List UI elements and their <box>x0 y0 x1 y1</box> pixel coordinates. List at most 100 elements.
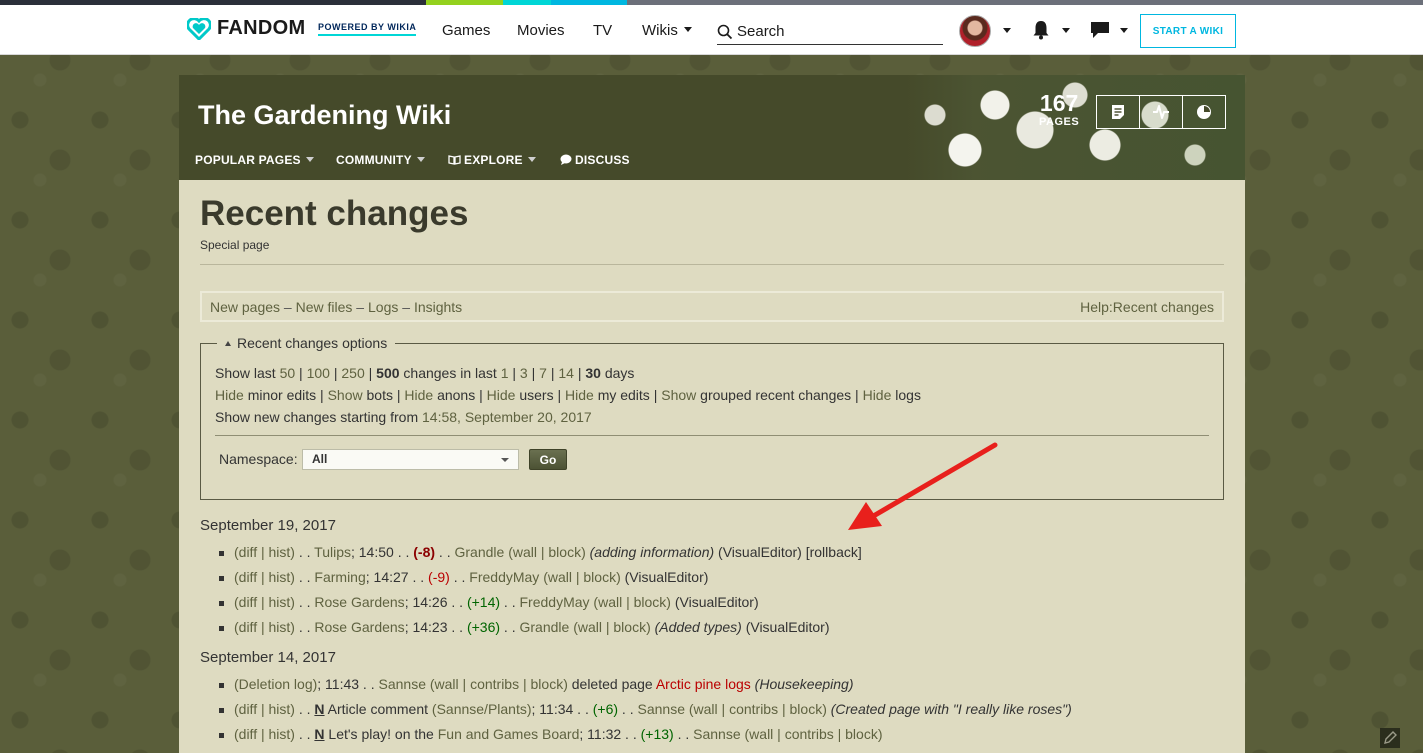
page-link[interactable]: Rose Gardens <box>314 594 404 610</box>
list-item: (diff | hist) . . Rose Gardens; 14:26 . … <box>219 594 862 619</box>
options-legend[interactable]: Recent changes options <box>217 335 396 351</box>
nav-tv[interactable]: TV <box>593 22 612 39</box>
toggle-label: my edits <box>597 387 650 403</box>
chevron-down-icon[interactable] <box>1003 28 1011 33</box>
page-link[interactable]: Let's play! on the <box>328 726 433 742</box>
messages-icon[interactable] <box>1090 21 1110 39</box>
link-new-files[interactable]: New files <box>296 299 353 315</box>
page-context-link[interactable]: (Sannse/Plants) <box>432 701 532 717</box>
nav-movies[interactable]: Movies <box>517 22 565 39</box>
user-link[interactable]: FreddyMay <box>520 594 590 610</box>
toggle-label: grouped recent changes <box>700 387 852 403</box>
toggle-minor-edits[interactable]: Hide <box>215 387 244 403</box>
page-subtitle: Special page <box>200 238 270 252</box>
deletion-log-link[interactable]: (Deletion log) <box>234 676 317 692</box>
user-tool-links[interactable]: (wall | contribs | block) <box>430 676 568 692</box>
new-changes-link[interactable]: 14:58, September 20, 2017 <box>422 409 592 425</box>
edit-time: 14:23 <box>412 619 448 635</box>
chevron-down-icon <box>501 458 509 462</box>
toggle-users[interactable]: Hide <box>487 387 516 403</box>
page-link[interactable]: Farming <box>314 569 365 585</box>
recent-activity-button[interactable] <box>1140 96 1183 128</box>
diff-hist-links[interactable]: (diff | hist) <box>234 569 295 585</box>
search-input[interactable] <box>737 23 927 40</box>
recent-activity-icon <box>1153 105 1169 119</box>
add-page-button[interactable] <box>1097 96 1140 128</box>
wiki-nav-discuss[interactable]: DISCUSS <box>560 153 630 167</box>
nav-wikis[interactable]: Wikis <box>642 22 692 39</box>
days-3[interactable]: 3 <box>520 365 528 381</box>
help-recent-changes-link[interactable]: Help:Recent changes <box>1080 299 1214 315</box>
notifications-bell-icon[interactable] <box>1032 20 1050 40</box>
edit-tag: (VisualEditor) <box>718 544 802 560</box>
list-item: (diff | hist) . . Tulips; 14:50 . . (-8)… <box>219 544 862 569</box>
link-logs[interactable]: Logs <box>368 299 398 315</box>
link-insights[interactable]: Insights <box>414 299 462 315</box>
page-title: Recent changes <box>200 194 469 233</box>
toggle-my-edits[interactable]: Hide <box>565 387 594 403</box>
toggle-label: anons <box>437 387 476 403</box>
discussions-button[interactable] <box>1183 96 1225 128</box>
user-avatar[interactable] <box>959 15 991 47</box>
board-link[interactable]: Fun and Games Board <box>438 726 580 742</box>
user-tool-links[interactable]: (wall | block) <box>543 569 621 585</box>
page-link[interactable]: Article comment <box>328 701 428 717</box>
book-icon <box>448 155 461 165</box>
list-item: (diff | hist) . . Farming; 14:27 . . (-9… <box>219 569 862 594</box>
toggle-bots[interactable]: Show <box>328 387 363 403</box>
days-1[interactable]: 1 <box>501 365 509 381</box>
toggle-logs[interactable]: Hide <box>863 387 892 403</box>
user-tool-links[interactable]: (wall | block) <box>573 619 651 635</box>
powered-by-wikia[interactable]: POWERED BY WIKIA <box>318 22 417 36</box>
wiki-nav-explore[interactable]: EXPLORE <box>448 153 536 167</box>
diff-hist-links[interactable]: (diff | hist) <box>234 544 295 560</box>
user-tool-links[interactable]: (wall | block) <box>508 544 586 560</box>
user-tool-links[interactable]: (wall | block) <box>593 594 671 610</box>
log-action: deleted page <box>571 676 653 692</box>
limit-50[interactable]: 50 <box>280 365 296 381</box>
rollback-link[interactable]: [rollback] <box>806 544 862 560</box>
fandom-logo[interactable]: FANDOM <box>187 17 305 40</box>
days-7[interactable]: 7 <box>539 365 547 381</box>
page-link[interactable]: Tulips <box>314 544 351 560</box>
user-link[interactable]: FreddyMay <box>469 569 539 585</box>
deleted-page-link[interactable]: Arctic pine logs <box>656 676 751 692</box>
page-link[interactable]: Rose Gardens <box>314 619 404 635</box>
pages-count[interactable]: 167 PAGES <box>1039 90 1079 128</box>
user-link[interactable]: Sannse <box>693 726 740 742</box>
edit-time: 14:26 <box>412 594 448 610</box>
divider <box>200 264 1224 265</box>
user-link[interactable]: Sannse <box>638 701 685 717</box>
wiki-nav-popular-pages[interactable]: POPULAR PAGES <box>195 153 314 167</box>
wiki-title[interactable]: The Gardening Wiki <box>198 100 451 131</box>
diff-hist-links[interactable]: (diff | hist) <box>234 594 295 610</box>
pencil-icon[interactable] <box>1380 728 1400 748</box>
user-link[interactable]: Grandle <box>455 544 505 560</box>
link-new-pages[interactable]: New pages <box>210 299 280 315</box>
edit-tag: (VisualEditor) <box>624 569 709 585</box>
special-links: New pages – New files – Logs – Insights <box>210 298 463 315</box>
diff-hist-links[interactable]: (diff | hist) <box>234 619 295 635</box>
wiki-nav-community[interactable]: COMMUNITY <box>336 153 425 167</box>
discussions-icon <box>1197 105 1211 119</box>
diff-hist-links[interactable]: (diff | hist) <box>234 726 295 742</box>
nav-games[interactable]: Games <box>442 22 490 39</box>
days-14[interactable]: 14 <box>558 365 574 381</box>
user-tool-links[interactable]: (wall | contribs | block) <box>689 701 827 717</box>
changes-list: (diff | hist) . . Tulips; 14:50 . . (-8)… <box>219 544 862 644</box>
chevron-down-icon[interactable] <box>1062 28 1070 33</box>
user-link[interactable]: Grandle <box>520 619 570 635</box>
user-link[interactable]: Sannse <box>379 676 426 692</box>
toggle-anons[interactable]: Hide <box>404 387 433 403</box>
chevron-down-icon[interactable] <box>1120 28 1128 33</box>
start-a-wiki-button[interactable]: START A WIKI <box>1140 14 1236 48</box>
limit-100[interactable]: 100 <box>307 365 330 381</box>
limit-250[interactable]: 250 <box>341 365 364 381</box>
diff-hist-links[interactable]: (diff | hist) <box>234 701 295 717</box>
namespace-select[interactable]: All <box>302 449 519 470</box>
toggle-grouped[interactable]: Show <box>661 387 696 403</box>
go-button[interactable]: Go <box>529 449 567 470</box>
user-tool-links[interactable]: (wall | contribs | block) <box>745 726 883 742</box>
size-delta: (+36) <box>466 619 501 635</box>
global-search[interactable] <box>717 19 943 45</box>
